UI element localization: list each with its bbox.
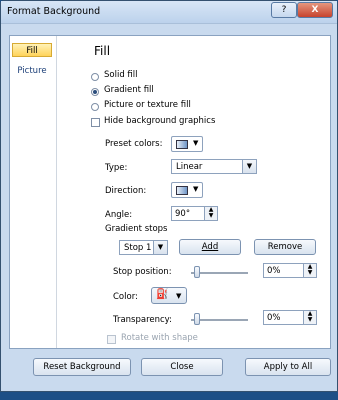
transparency-input[interactable]: 0% ▲ ▼ <box>263 310 317 325</box>
stop-select[interactable]: Stop 1 ▼ <box>119 240 168 255</box>
paint-bucket-icon: ⛽ <box>156 289 169 300</box>
picture-texture-fill-label[interactable]: Picture or texture fill <box>104 100 191 110</box>
chevron-down-icon: ▼ <box>242 160 256 173</box>
spin-arrows-icon[interactable]: ▲ ▼ <box>303 311 316 324</box>
preset-colors-label: Preset colors: <box>105 139 163 149</box>
hide-background-graphics-checkbox[interactable] <box>91 118 100 127</box>
type-select[interactable]: Linear ▼ <box>171 159 257 174</box>
add-stop-label: Add <box>201 242 219 252</box>
dialog-body: Fill Picture Fill Solid fill Gradient fi… <box>9 35 331 349</box>
stop-position-value: 0% <box>267 266 281 276</box>
fill-heading: Fill <box>94 44 111 58</box>
apply-to-all-label: Apply to All <box>263 362 313 372</box>
angle-value: 90° <box>175 209 191 219</box>
category-nav: Fill Picture <box>10 36 57 348</box>
nav-item-picture[interactable]: Picture <box>12 64 52 78</box>
chevron-down-icon: ▼ <box>176 292 182 300</box>
picture-texture-fill-radio[interactable] <box>91 103 99 111</box>
chevron-down-icon: ▼ <box>193 185 199 193</box>
solid-fill-label[interactable]: Solid fill <box>104 70 138 80</box>
stop-position-label: Stop position: <box>113 267 172 277</box>
direction-swatch <box>176 186 188 195</box>
remove-stop-button[interactable]: Remove <box>254 239 316 255</box>
close-window-button[interactable]: X <box>297 2 333 18</box>
window-title: Format Background <box>7 6 101 17</box>
direction-dropdown[interactable]: ▼ <box>171 182 203 198</box>
stop-value: Stop 1 <box>124 243 152 253</box>
format-background-dialog: Format Background ? X Fill Picture Fill … <box>0 0 338 392</box>
chevron-down-icon: ▼ <box>193 139 199 147</box>
solid-fill-radio[interactable] <box>91 73 99 81</box>
remove-stop-label: Remove <box>267 242 303 252</box>
reset-background-label: Reset Background <box>43 362 121 372</box>
title-bar[interactable]: Format Background ? X <box>1 1 337 24</box>
angle-input[interactable]: 90° ▲ ▼ <box>171 206 218 221</box>
angle-label: Angle: <box>105 210 133 220</box>
apply-to-all-button[interactable]: Apply to All <box>245 358 331 376</box>
rotate-with-shape-label: Rotate with shape <box>121 333 198 343</box>
fill-panel: Fill Solid fill Gradient fill Picture or… <box>58 36 330 348</box>
nav-item-fill[interactable]: Fill <box>12 43 52 57</box>
hide-background-graphics-label[interactable]: Hide background graphics <box>104 116 215 126</box>
spin-arrows-icon[interactable]: ▲ ▼ <box>303 264 316 277</box>
gradient-fill-radio[interactable] <box>91 88 99 96</box>
stop-position-thumb[interactable] <box>194 266 200 278</box>
preset-colors-dropdown[interactable]: ▼ <box>171 136 203 152</box>
stop-position-input[interactable]: 0% ▲ ▼ <box>263 263 317 278</box>
close-label: Close <box>170 362 194 372</box>
gradient-swatch <box>176 140 188 149</box>
close-icon: X <box>311 5 319 15</box>
transparency-value: 0% <box>267 313 281 323</box>
type-value: Linear <box>176 162 203 172</box>
add-stop-button[interactable]: Add <box>179 239 241 255</box>
transparency-label: Transparency: <box>113 315 172 325</box>
direction-label: Direction: <box>105 186 147 196</box>
color-picker-button[interactable]: ⛽ ▼ <box>151 287 187 304</box>
reset-background-button[interactable]: Reset Background <box>33 358 131 376</box>
chevron-down-icon: ▼ <box>153 241 167 254</box>
help-icon: ? <box>281 5 287 15</box>
gradient-fill-label[interactable]: Gradient fill <box>104 85 154 95</box>
color-label: Color: <box>113 292 138 302</box>
type-label: Type: <box>105 163 128 173</box>
rotate-with-shape-checkbox[interactable] <box>107 335 116 344</box>
transparency-thumb[interactable] <box>194 313 200 325</box>
spin-arrows-icon[interactable]: ▲ ▼ <box>204 207 217 220</box>
close-button[interactable]: Close <box>141 358 223 376</box>
help-button[interactable]: ? <box>271 2 297 18</box>
gradient-stops-label: Gradient stops <box>105 224 168 234</box>
